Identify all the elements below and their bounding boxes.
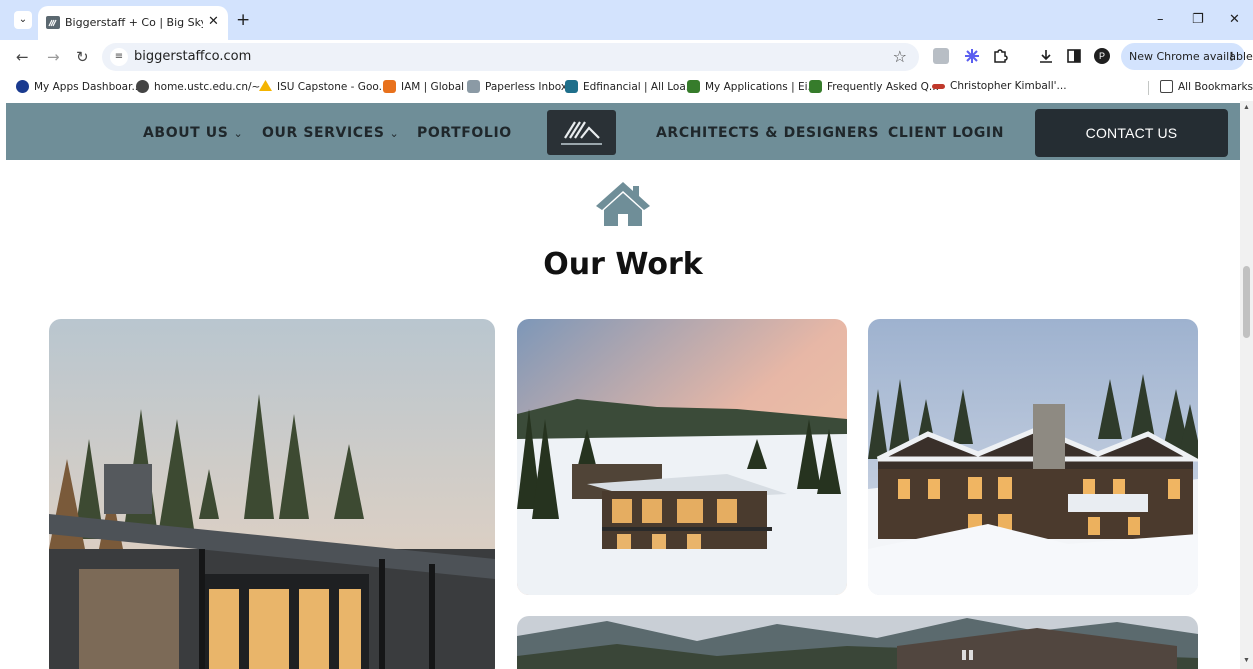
portfolio-image[interactable] <box>49 319 495 669</box>
tab-close-icon[interactable]: ✕ <box>208 14 219 29</box>
bookmarks-divider <box>1148 81 1149 95</box>
bookmark-item[interactable]: Paperless Inbox <box>467 80 567 93</box>
bookmark-label: IAM | Global <box>401 80 465 93</box>
bookmark-label: Christopher Kimball'... <box>950 80 1067 92</box>
back-arrow-icon[interactable]: ← <box>16 48 29 66</box>
tab-strip: ⌄ Biggerstaff + Co | Big Sky Mont ✕ + – … <box>0 0 1253 40</box>
nav-our-services[interactable]: OUR SERVICES ⌄ <box>262 125 399 141</box>
profile-avatar[interactable]: P <box>1094 48 1110 64</box>
section-title: Our Work <box>543 247 703 282</box>
new-tab-button[interactable]: + <box>236 11 250 29</box>
google-drive-icon <box>259 80 272 92</box>
biggerstaff-logo[interactable] <box>547 110 616 155</box>
bookmarks-bar: My Apps Dashboar... home.ustc.edu.cn/~..… <box>0 74 1253 101</box>
extensions-puzzle-icon[interactable] <box>992 48 1008 64</box>
page-scrollbar[interactable]: ▲ ▼ <box>1240 101 1253 669</box>
site-navigation: ABOUT US ⌄ OUR SERVICES ⌄ PORTFOLIO ARCHIT… <box>6 103 1240 160</box>
bookmark-label: Paperless Inbox <box>485 80 568 93</box>
chevron-down-icon: ⌄ <box>233 127 244 140</box>
scroll-down-arrow-icon[interactable]: ▼ <box>1243 657 1250 664</box>
side-panel-icon[interactable] <box>1066 48 1082 64</box>
bookmark-label: Edfinancial | All Loa... <box>583 80 696 93</box>
bookmark-star-icon[interactable]: ☆ <box>893 47 907 66</box>
site-favicon-icon <box>46 16 60 29</box>
nav-about-label: ABOUT US <box>143 125 229 141</box>
restore-button[interactable]: ❐ <box>1192 12 1204 27</box>
chevron-down-icon: ⌄ <box>389 127 400 140</box>
ed-icon <box>565 80 578 93</box>
bookmark-label: ISU Capstone - Goo... <box>277 80 389 93</box>
john-deere-icon <box>687 80 700 93</box>
paperless-icon <box>467 80 480 93</box>
cube-icon <box>383 80 396 93</box>
bookmark-label: Frequently Asked Q... <box>827 80 939 93</box>
tab-search-button[interactable]: ⌄ <box>14 11 32 29</box>
bookmark-item[interactable]: home.ustc.edu.cn/~... <box>136 80 270 93</box>
nav-client-login[interactable]: CLIENT LOGIN <box>888 125 1004 141</box>
bookmark-item[interactable]: Christopher Kimball'... <box>932 80 1067 92</box>
tab-title: Biggerstaff + Co | Big Sky Mont <box>65 16 203 29</box>
address-bar[interactable]: ≡ biggerstaffco.com ☆ <box>102 43 919 71</box>
download-icon[interactable] <box>1038 48 1054 64</box>
link-icon <box>932 83 945 89</box>
portfolio-image[interactable] <box>517 319 847 595</box>
chrome-update-button[interactable]: New Chrome available ⋮ <box>1121 43 1253 70</box>
portfolio-image[interactable] <box>868 319 1198 595</box>
portfolio-image[interactable] <box>517 616 1198 669</box>
site-info-icon[interactable]: ≡ <box>110 48 128 66</box>
bookmark-item[interactable]: ISU Capstone - Goo... <box>259 80 389 93</box>
nav-about-us[interactable]: ABOUT US ⌄ <box>143 125 243 141</box>
bookmark-item[interactable]: Frequently Asked Q... <box>809 80 939 93</box>
nav-architects-designers[interactable]: ARCHITECTS & DESIGNERS <box>656 125 879 141</box>
bookmark-item[interactable]: IAM | Global <box>383 80 464 93</box>
all-bookmarks-button[interactable]: All Bookmarks <box>1160 80 1253 93</box>
close-window-button[interactable]: ✕ <box>1229 12 1240 27</box>
active-tab[interactable]: Biggerstaff + Co | Big Sky Mont ✕ <box>38 6 228 40</box>
page-viewport: ABOUT US ⌄ OUR SERVICES ⌄ PORTFOLIO ARCHIT… <box>6 101 1240 669</box>
contact-us-button[interactable]: CONTACT US <box>1035 109 1228 157</box>
bookmark-item[interactable]: My Apps Dashboar... <box>16 80 141 93</box>
minimize-button[interactable]: – <box>1157 12 1164 27</box>
bookmark-label: My Applications | Ei... <box>705 80 818 93</box>
john-deere-icon <box>809 80 822 93</box>
kebab-menu-icon[interactable]: ⋮ <box>1226 43 1237 70</box>
circle-o-icon <box>16 80 29 93</box>
extension-snowflake-icon[interactable] <box>964 48 980 64</box>
scroll-thumb[interactable] <box>1243 266 1250 338</box>
nav-services-label: OUR SERVICES <box>262 125 385 141</box>
reload-icon[interactable]: ↻ <box>76 48 89 66</box>
url-text[interactable]: biggerstaffco.com <box>134 49 251 64</box>
bookmark-label: My Apps Dashboar... <box>34 80 142 93</box>
forward-arrow-icon[interactable]: → <box>47 48 60 66</box>
globe-icon <box>136 80 149 93</box>
bookmark-item[interactable]: Edfinancial | All Loa... <box>565 80 696 93</box>
all-bookmarks-label: All Bookmarks <box>1178 80 1253 93</box>
extension-k-icon[interactable] <box>933 48 949 64</box>
scroll-up-arrow-icon[interactable]: ▲ <box>1243 104 1250 111</box>
nav-portfolio[interactable]: PORTFOLIO <box>417 125 512 141</box>
bookmark-item[interactable]: My Applications | Ei... <box>687 80 818 93</box>
house-icon <box>594 180 652 227</box>
folder-icon <box>1160 80 1173 93</box>
bookmark-label: home.ustc.edu.cn/~... <box>154 80 271 93</box>
